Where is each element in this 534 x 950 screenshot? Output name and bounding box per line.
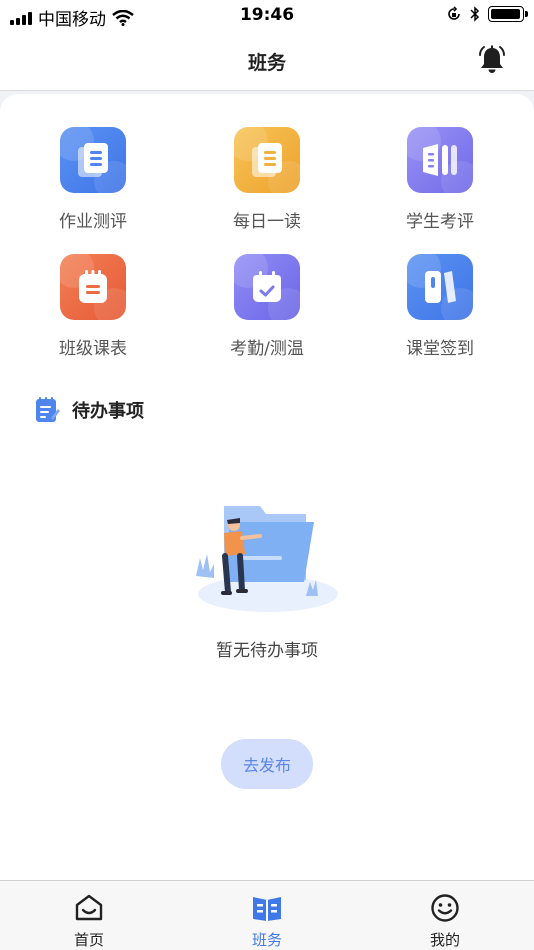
battery-fill xyxy=(491,9,520,19)
nav-bar: 班务 xyxy=(0,30,534,91)
grid-label-student-eval: 学生考评 xyxy=(406,212,474,232)
main-card: 作业测评 每日一读 学生考评 班级课表 考勤/测温 课堂签到 待办事项 暂无待办… xyxy=(0,94,534,880)
sign-in-icon xyxy=(407,254,473,320)
tab-bar: 首页 班务 我的 xyxy=(0,880,534,950)
tab-label-home: 首页 xyxy=(73,931,104,949)
tab-label-class-affairs: 班务 xyxy=(251,931,282,949)
status-bar: 中国移动 19:46 xyxy=(0,0,534,30)
grid-item-student-eval[interactable]: 学生考评 xyxy=(370,127,510,232)
calendar-check-icon xyxy=(234,254,300,320)
orientation-lock-icon xyxy=(448,6,460,20)
homework-icon xyxy=(60,127,126,193)
tab-label-mine: 我的 xyxy=(429,931,460,949)
books-icon xyxy=(407,127,473,193)
grid-item-class-schedule[interactable]: 班级课表 xyxy=(23,254,163,359)
grid-label-homework: 作业测评 xyxy=(59,212,127,232)
tab-class-affairs[interactable]: 班务 xyxy=(178,881,356,950)
battery-icon xyxy=(488,6,528,22)
class-affairs-icon xyxy=(253,897,281,921)
grid-label-daily-read: 每日一读 xyxy=(233,212,301,232)
page-title: 班务 xyxy=(247,52,286,74)
grid-item-daily-read[interactable]: 每日一读 xyxy=(197,127,337,232)
status-right xyxy=(446,6,528,22)
grid-item-homework[interactable]: 作业测评 xyxy=(23,127,163,232)
tab-home[interactable]: 首页 xyxy=(0,881,178,950)
daily-read-icon xyxy=(234,127,300,193)
bell-icon[interactable] xyxy=(476,44,508,76)
todo-title: 待办事项 xyxy=(72,401,144,422)
smiley-icon xyxy=(431,894,459,922)
grid-item-attendance[interactable]: 考勤/测温 xyxy=(197,254,337,359)
empty-state-text: 暂无待办事项 xyxy=(216,641,318,661)
home-icon xyxy=(75,894,103,921)
tab-mine[interactable]: 我的 xyxy=(356,881,534,950)
publish-button[interactable]: 去发布 xyxy=(221,739,313,789)
grid-label-class-signin: 课堂签到 xyxy=(406,339,474,359)
grid-item-class-signin[interactable]: 课堂签到 xyxy=(370,254,510,359)
todo-header: 待办事项 xyxy=(34,396,144,424)
grid-label-class-schedule: 班级课表 xyxy=(59,339,127,359)
bluetooth-icon xyxy=(470,6,480,22)
grid-label-attendance: 考勤/测温 xyxy=(230,339,304,359)
schedule-icon xyxy=(60,254,126,320)
empty-folder-illustration xyxy=(196,506,338,612)
notepad-icon xyxy=(36,397,60,422)
